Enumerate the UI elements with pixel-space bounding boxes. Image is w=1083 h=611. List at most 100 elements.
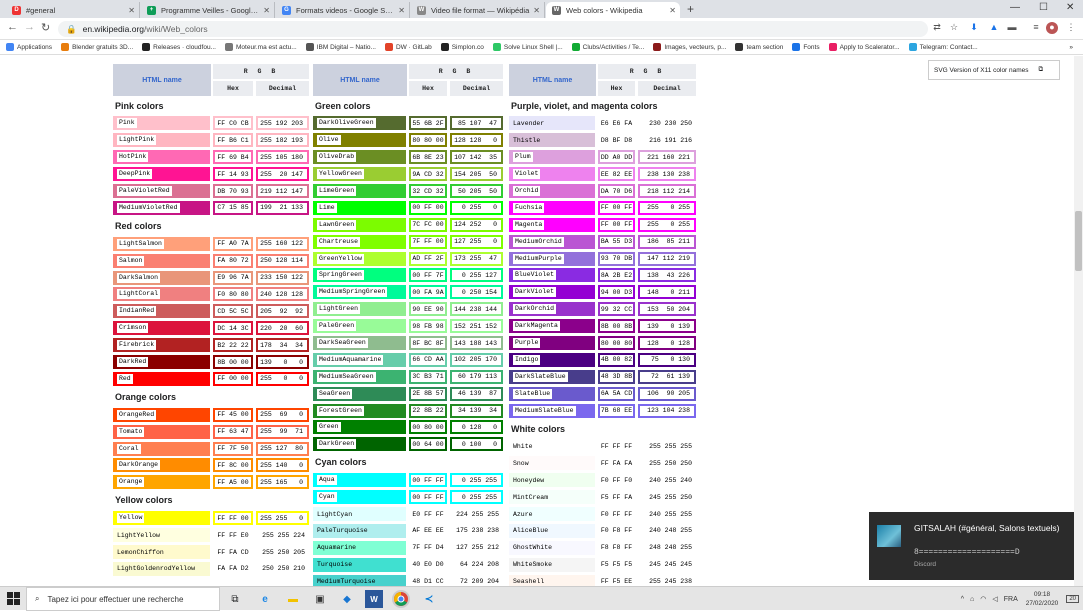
header-hex[interactable]: Hex bbox=[598, 81, 635, 96]
color-name-cell[interactable]: LightGreen bbox=[313, 302, 406, 317]
color-name-cell[interactable]: Firebrick bbox=[113, 338, 210, 353]
color-name-cell[interactable]: Orange bbox=[113, 475, 210, 490]
wifi-icon[interactable]: ◠ bbox=[980, 595, 986, 603]
menu-icon[interactable]: ⋮ bbox=[1065, 22, 1077, 34]
scrollbar-thumb[interactable] bbox=[1075, 211, 1082, 271]
color-name-cell[interactable]: Olive bbox=[313, 133, 406, 148]
bookmark-item[interactable]: IBM Digital – Natio... bbox=[305, 43, 376, 51]
bookmark-item[interactable]: Solve Linux Shell |... bbox=[492, 43, 563, 51]
color-name-cell[interactable]: LightCyan bbox=[313, 507, 406, 522]
url-bar[interactable]: 🔒 en.wikipedia.org /wiki/Web_colors bbox=[58, 21, 928, 37]
color-name-cell[interactable]: MediumVioletRed bbox=[113, 200, 210, 215]
bookmark-item[interactable]: Telegram: Contact... bbox=[908, 43, 978, 51]
color-name-cell[interactable]: DarkSeaGreen bbox=[313, 336, 406, 351]
color-name-cell[interactable]: LawnGreen bbox=[313, 217, 406, 232]
color-name-cell[interactable]: MediumOrchid bbox=[509, 234, 595, 249]
color-name-cell[interactable]: MediumSeaGreen bbox=[313, 369, 406, 384]
color-name-cell[interactable]: Pink bbox=[113, 116, 210, 131]
color-name-cell[interactable]: Fuchsia bbox=[509, 200, 595, 215]
color-name-cell[interactable]: MediumSpringGreen bbox=[313, 285, 406, 300]
file-explorer-icon[interactable]: ▬ bbox=[284, 590, 302, 608]
word-icon[interactable]: W bbox=[365, 590, 383, 608]
color-name-cell[interactable]: Crimson bbox=[113, 321, 210, 336]
app-icon[interactable]: ◆ bbox=[338, 590, 356, 608]
color-name-cell[interactable]: White bbox=[509, 439, 595, 454]
tab-close-icon[interactable]: ✕ bbox=[533, 6, 540, 15]
tab-1[interactable]: + Programme Veilles - Google She ✕ bbox=[141, 2, 275, 18]
tab-close-icon[interactable]: ✕ bbox=[128, 6, 135, 15]
color-name-cell[interactable]: SlateBlue bbox=[509, 386, 595, 401]
color-name-cell[interactable]: Plum bbox=[509, 150, 595, 165]
color-name-cell[interactable]: WhiteSmoke bbox=[509, 557, 595, 572]
header-html-name[interactable]: HTML name bbox=[113, 64, 211, 96]
color-name-cell[interactable]: SeaGreen bbox=[313, 386, 406, 401]
clock[interactable]: 09:18 27/02/2020 bbox=[1026, 590, 1059, 608]
header-decimal[interactable]: Decimal bbox=[638, 81, 696, 96]
color-name-cell[interactable]: LightGoldenrodYellow bbox=[113, 561, 210, 576]
color-name-cell[interactable]: GhostWhite bbox=[509, 540, 595, 555]
color-name-cell[interactable]: Honeydew bbox=[509, 473, 595, 488]
color-name-cell[interactable]: Azure bbox=[509, 507, 595, 522]
color-name-cell[interactable]: LightSalmon bbox=[113, 236, 210, 251]
color-name-cell[interactable]: PaleTurquoise bbox=[313, 523, 406, 538]
tab-0[interactable]: D #general ✕ bbox=[6, 2, 140, 18]
edge-icon[interactable]: e bbox=[256, 590, 274, 608]
color-name-cell[interactable]: Chartreuse bbox=[313, 234, 406, 249]
windows-start-icon[interactable] bbox=[7, 592, 20, 605]
color-name-cell[interactable]: MediumSlateBlue bbox=[509, 403, 595, 418]
color-name-cell[interactable]: IndianRed bbox=[113, 304, 210, 319]
color-name-cell[interactable]: Red bbox=[113, 371, 210, 386]
color-name-cell[interactable]: DarkOrchid bbox=[509, 302, 595, 317]
avatar[interactable]: ● bbox=[1046, 22, 1058, 34]
tab-4[interactable]: W Web colors - Wikipedia ✕ bbox=[546, 2, 680, 18]
color-name-cell[interactable]: BlueViolet bbox=[509, 268, 595, 283]
color-name-cell[interactable]: DarkGreen bbox=[313, 437, 406, 452]
bookmark-item[interactable]: Apply to Scalerator... bbox=[828, 43, 900, 51]
svg-version-box[interactable]: SVG Version of X11 color names ⧉ bbox=[928, 60, 1060, 80]
bookmark-item[interactable]: Moteur.ma est actu... bbox=[225, 43, 297, 51]
chevron-up-icon[interactable]: ^ bbox=[961, 596, 964, 603]
color-name-cell[interactable]: DarkViolet bbox=[509, 285, 595, 300]
vscode-icon[interactable]: ≺ bbox=[420, 590, 438, 608]
bookmark-item[interactable]: DW · GitLab bbox=[384, 43, 432, 51]
network-icon[interactable]: ⌂ bbox=[970, 596, 974, 603]
color-name-cell[interactable]: DarkMagenta bbox=[509, 319, 595, 334]
back-icon[interactable]: ← bbox=[7, 21, 18, 33]
color-name-cell[interactable]: Purple bbox=[509, 336, 595, 351]
extension-2-icon[interactable]: ▬ bbox=[1006, 22, 1018, 34]
color-name-cell[interactable]: HotPink bbox=[113, 150, 210, 165]
color-name-cell[interactable]: MediumTurquoise bbox=[313, 574, 406, 586]
header-html-name[interactable]: HTML name bbox=[509, 64, 596, 96]
color-name-cell[interactable]: Coral bbox=[113, 441, 210, 456]
color-name-cell[interactable]: ForestGreen bbox=[313, 403, 406, 418]
header-html-name[interactable]: HTML name bbox=[313, 64, 407, 96]
color-name-cell[interactable]: Cyan bbox=[313, 490, 406, 505]
color-name-cell[interactable]: YellowGreen bbox=[313, 167, 406, 182]
bookmark-item[interactable]: Blender gratuits 3D... bbox=[61, 43, 133, 51]
color-name-cell[interactable]: LightPink bbox=[113, 133, 210, 148]
bookmark-item[interactable]: Applications bbox=[6, 43, 52, 51]
maximize-button[interactable]: ☐ bbox=[1039, 2, 1048, 13]
header-hex[interactable]: Hex bbox=[213, 81, 253, 96]
volume-icon[interactable]: ◁ bbox=[992, 595, 997, 603]
minimize-button[interactable]: — bbox=[1010, 2, 1020, 13]
tab-2[interactable]: G Formats videos - Google Search ✕ bbox=[276, 2, 410, 18]
color-name-cell[interactable]: Thistle bbox=[509, 133, 595, 148]
header-hex[interactable]: Hex bbox=[409, 81, 447, 96]
download-icon[interactable]: ⬇ bbox=[968, 22, 980, 34]
tab-close-icon[interactable]: ✕ bbox=[669, 6, 676, 15]
bookmark-item[interactable]: Images, vecteurs, p... bbox=[653, 43, 726, 51]
color-name-cell[interactable]: MintCream bbox=[509, 490, 595, 505]
color-name-cell[interactable]: OrangeRed bbox=[113, 407, 210, 422]
color-name-cell[interactable]: DarkOrange bbox=[113, 458, 210, 473]
star-icon[interactable]: ☆ bbox=[948, 22, 960, 34]
store-icon[interactable]: ▣ bbox=[311, 590, 329, 608]
task-view-icon[interactable]: ⧉ bbox=[226, 590, 244, 608]
language-indicator[interactable]: FRA bbox=[1004, 596, 1018, 603]
color-name-cell[interactable]: PaleVioletRed bbox=[113, 184, 210, 198]
bookmark-item[interactable]: Simplon.co bbox=[440, 43, 484, 51]
color-name-cell[interactable]: SpringGreen bbox=[313, 268, 406, 283]
header-decimal[interactable]: Decimal bbox=[450, 81, 503, 96]
header-decimal[interactable]: Decimal bbox=[256, 81, 309, 96]
color-name-cell[interactable]: DarkSalmon bbox=[113, 270, 210, 285]
